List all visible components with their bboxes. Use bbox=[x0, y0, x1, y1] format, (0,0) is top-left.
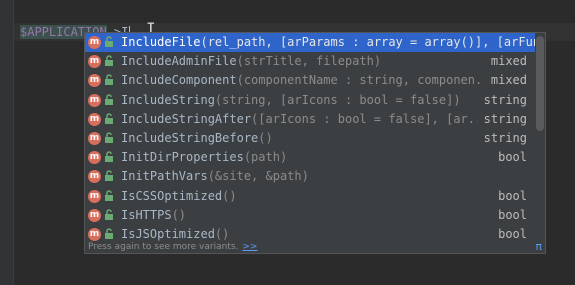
completion-item[interactable]: m IncludeFile(rel_path, [arParams : arra… bbox=[85, 33, 535, 53]
completion-item-params: () bbox=[214, 226, 230, 241]
completion-footer: Press again to see more variants. >> bbox=[85, 241, 545, 253]
method-icon: m bbox=[88, 112, 101, 126]
lock-icon bbox=[105, 170, 113, 182]
completion-item-params: () bbox=[171, 207, 187, 222]
completion-item[interactable]: m IsHTTPS() bool bbox=[85, 205, 535, 225]
lock-icon bbox=[105, 132, 113, 143]
lock-icon bbox=[105, 189, 113, 201]
method-icon: m bbox=[88, 131, 101, 145]
completion-item-params: (path) bbox=[243, 150, 288, 165]
lock-icon bbox=[105, 93, 113, 105]
completion-item[interactable]: m IncludeStringAfter([arIcons : bool = f… bbox=[85, 109, 535, 129]
completion-item-type: mixed bbox=[484, 71, 527, 91]
method-icon: m bbox=[88, 208, 101, 222]
completion-item[interactable]: m IncludeStringBefore() string bbox=[85, 128, 535, 148]
pi-icon[interactable]: π bbox=[535, 241, 542, 253]
completion-popup[interactable]: m IncludeFile(rel_path, [arParams : arra… bbox=[84, 32, 546, 254]
completion-item[interactable]: m IncludeComponent(componentName : strin… bbox=[85, 71, 535, 91]
method-icon: m bbox=[88, 151, 101, 165]
method-icon: m bbox=[88, 227, 101, 241]
completion-item-params: (&site, &path) bbox=[207, 169, 309, 184]
completion-item-type: string bbox=[477, 128, 527, 148]
completion-item-params: (strTitle, filepath) bbox=[236, 54, 382, 69]
completion-item-type: bool bbox=[492, 205, 527, 225]
completion-item-type: bool bbox=[492, 148, 527, 168]
completion-item-params: () bbox=[258, 130, 273, 145]
method-icon: m bbox=[88, 170, 101, 184]
gutter-divider bbox=[13, 0, 14, 285]
completion-scrollbar[interactable] bbox=[536, 36, 544, 131]
completion-item-name: IncludeStringBefore bbox=[121, 130, 259, 145]
method-icon: m bbox=[88, 36, 101, 49]
completion-item-name: InitPathVars bbox=[121, 169, 208, 184]
completion-item-name: IncludeFile bbox=[121, 35, 201, 49]
editor-gutter bbox=[0, 0, 13, 285]
method-icon: m bbox=[88, 93, 101, 107]
completion-item-name: IncludeString bbox=[121, 92, 215, 107]
completion-item-name: InitDirProperties bbox=[121, 150, 244, 165]
completion-item-name: IsJSOptimized bbox=[121, 226, 215, 241]
completion-item[interactable]: m IncludeAdminFile(strTitle, filepath) m… bbox=[85, 52, 535, 72]
completion-item-params: (string, [arIcons : bool = false]) bbox=[214, 92, 461, 107]
lock-icon bbox=[105, 55, 113, 67]
completion-item-type: mixed bbox=[484, 52, 527, 72]
completion-item-params: ([arIcons : bool = false], [ar... bbox=[251, 111, 490, 126]
completion-item-name: IncludeStringAfter bbox=[121, 111, 252, 126]
completion-item-name: IsHTTPS bbox=[121, 207, 172, 222]
lock-icon bbox=[105, 113, 113, 124]
method-icon: m bbox=[88, 189, 101, 203]
completion-list[interactable]: m IncludeFile(rel_path, [arParams : arra… bbox=[85, 33, 535, 243]
lock-icon bbox=[105, 36, 113, 47]
lock-icon bbox=[105, 74, 113, 86]
lock-icon bbox=[105, 228, 113, 239]
completion-item[interactable]: m InitPathVars(&site, &path) bbox=[85, 167, 535, 186]
completion-item-params: (rel_path, [arParams : array = array()],… bbox=[200, 35, 535, 49]
method-icon: m bbox=[88, 55, 101, 69]
completion-item[interactable]: m InitDirProperties(path) bool bbox=[85, 148, 535, 168]
completion-item[interactable]: m IsCSSOptimized() bool bbox=[85, 186, 535, 206]
method-icon: m bbox=[88, 74, 101, 88]
footer-hint: Press again to see more variants. bbox=[88, 242, 239, 252]
more-variants-link[interactable]: >> bbox=[242, 242, 257, 252]
completion-item-name: IncludeAdminFile bbox=[121, 54, 237, 69]
lock-icon bbox=[105, 208, 113, 220]
completion-item-name: IsCSSOptimized bbox=[121, 188, 223, 203]
lock-icon bbox=[105, 151, 113, 163]
completion-item-name: IncludeComponent bbox=[121, 73, 237, 88]
completion-item-params: () bbox=[222, 188, 237, 203]
completion-item-type: string bbox=[477, 109, 527, 129]
completion-item-type: string bbox=[477, 90, 527, 110]
completion-item[interactable]: m IncludeString(string, [arIcons : bool … bbox=[85, 90, 535, 110]
completion-item-params: (componentName : string, componen... bbox=[236, 73, 497, 88]
completion-item-type: bool bbox=[492, 186, 527, 206]
